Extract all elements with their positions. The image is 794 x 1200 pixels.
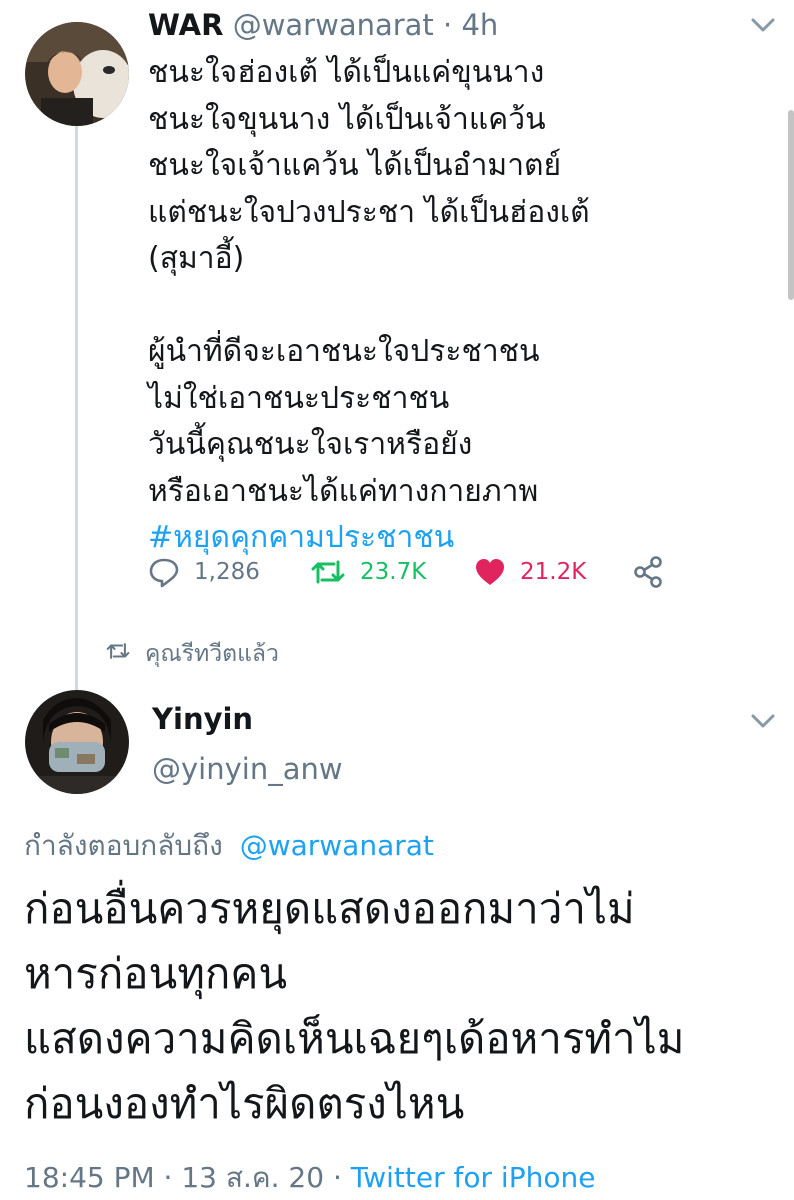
tweet2-author-name[interactable]: Yinyin: [152, 702, 253, 736]
tweet1-line: แต่ชนะใจปวงประชา ได้เป็นฮ่องเต้: [148, 194, 590, 230]
replying-to-mention[interactable]: @warwanarat: [240, 829, 434, 862]
tweet1-line: วันนี้คุณชนะใจเราหรือยัง: [148, 427, 473, 462]
retweet-icon: [105, 640, 131, 668]
tweet1-action-bar: 1,286 23.7K 21.2K: [148, 552, 708, 592]
tweet1-line: (สุมาอี้): [148, 241, 245, 276]
tweet2-time[interactable]: 18:45 PM: [24, 1161, 155, 1194]
tweet2-text: ก่อนอื่นควรหยุดแสดงออกมาว่าไม่ หารก่อนทุ…: [24, 876, 784, 1136]
tweet1-handle[interactable]: @warwanarat: [233, 8, 434, 42]
replying-to-label: กำลังตอบกลับถึง: [24, 829, 223, 862]
tweet1-text: ชนะใจฮ่องเต้ ได้เป็นแค่ขุนนาง ชนะใจขุนนา…: [148, 50, 768, 562]
tweet2-line: แสดงความคิดเห็นเฉยๆเด้อหารทำไม: [24, 1014, 685, 1063]
tweet2-line: ก่อนอื่นควรหยุดแสดงออกมาว่าไม่: [24, 884, 635, 933]
tweet1-time[interactable]: 4h: [461, 8, 498, 42]
tweet1-line: ชนะใจขุนนาง ได้เป็นเจ้าแคว้น: [148, 101, 546, 137]
tweet2-date[interactable]: 13 ส.ค. 20: [181, 1161, 324, 1194]
share-button[interactable]: [632, 552, 664, 592]
tweet2-line: หารก่อนทุกคน: [24, 949, 288, 998]
retweet-icon: [310, 556, 346, 588]
chevron-down-icon[interactable]: [748, 710, 778, 732]
tweet1-blank-line: [148, 283, 768, 330]
replying-to: กำลังตอบกลับถึง @warwanarat: [24, 824, 434, 868]
tweet1-line: ชนะใจฮ่องเต้ ได้เป็นแค่ขุนนาง: [148, 55, 545, 90]
tweet2-handle[interactable]: @yinyin_anw: [152, 752, 343, 786]
tweet2-separator: ·: [332, 1161, 342, 1194]
reply-button[interactable]: 1,286: [148, 552, 260, 592]
share-icon: [632, 556, 664, 588]
retweeted-indicator: คุณรีทวีตแล้ว: [105, 636, 279, 672]
tweet1-author-name[interactable]: WAR: [148, 8, 223, 42]
tweet2-footer: 18:45 PM · 13 ส.ค. 20 · Twitter for iPho…: [24, 1156, 595, 1200]
tweet1-line: หรือเอาชนะได้แค่ทางกายภาพ: [148, 473, 539, 509]
tweet1-line: ผู้นำที่ดีจะเอาชนะใจประชาชน: [148, 334, 540, 369]
scrollbar-thumb[interactable]: [788, 110, 794, 300]
tweet1-header: WAR @warwanarat · 4h: [148, 8, 498, 42]
avatar-yinyin[interactable]: [25, 690, 129, 794]
like-button[interactable]: 21.2K: [474, 552, 586, 592]
tweet1-line: ชนะใจเจ้าแคว้น ได้เป็นอำมาตย์: [148, 148, 562, 183]
heart-icon: [474, 557, 506, 587]
tweet2-separator: ·: [163, 1161, 173, 1194]
retweet-count: 23.7K: [360, 559, 427, 585]
tweet2-source[interactable]: Twitter for iPhone: [351, 1161, 596, 1194]
retweeted-label: คุณรีทวีตแล้ว: [145, 641, 279, 667]
tweet1-separator: ·: [443, 8, 453, 42]
like-count: 21.2K: [520, 559, 587, 585]
thread-connector-line: [75, 122, 78, 690]
avatar-war[interactable]: [25, 22, 129, 126]
reply-icon: [148, 556, 180, 588]
retweet-button[interactable]: 23.7K: [310, 552, 426, 592]
reply-count: 1,286: [194, 559, 260, 585]
chevron-down-icon[interactable]: [748, 14, 778, 36]
tweet2-line: ก่อนงองทำไรผิดตรงไหน: [24, 1079, 465, 1128]
tweet1-line: ไม่ใช่เอาชนะประชาชน: [148, 380, 450, 416]
